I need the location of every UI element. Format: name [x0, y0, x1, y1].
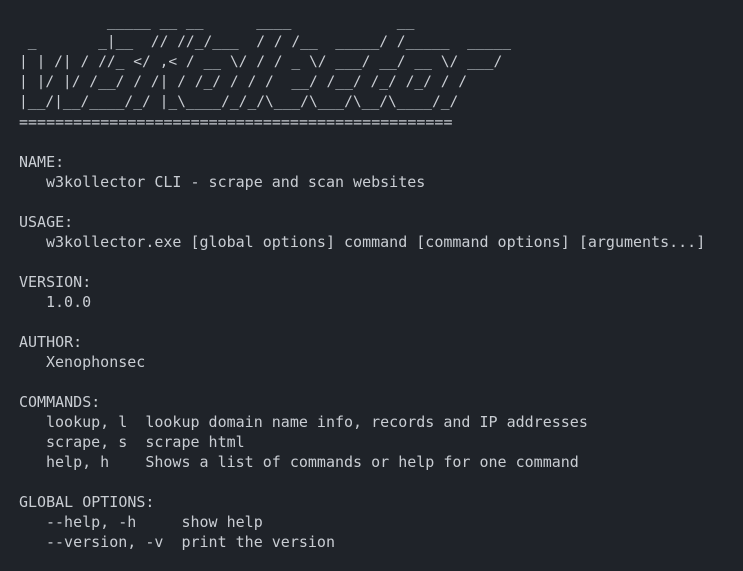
- terminal-window[interactable]: _____ __ __ ____ __ _ _|__ // //_/___ / …: [0, 0, 743, 571]
- command-desc: lookup domain name info, records and IP …: [145, 413, 588, 431]
- author-value: Xenophonsec: [46, 353, 146, 371]
- option-desc: show help: [181, 513, 263, 531]
- option-row-version: --version, -v print the version: [19, 532, 743, 552]
- command-name: help, h: [46, 453, 128, 471]
- option-row-help: --help, -h show help: [19, 512, 743, 532]
- command-row-scrape: scrape, s scrape html: [19, 432, 743, 452]
- banner-rule: ========================================…: [19, 113, 453, 131]
- option-flag: --version, -v: [46, 533, 164, 551]
- command-desc: Shows a list of commands or help for one…: [145, 453, 579, 471]
- option-desc: print the version: [181, 533, 335, 551]
- commands-heading: COMMANDS:: [19, 393, 101, 411]
- usage-value: w3kollector.exe [global options] command…: [46, 233, 706, 251]
- command-desc: scrape html: [145, 433, 245, 451]
- command-row-lookup: lookup, l lookup domain name info, recor…: [19, 412, 743, 432]
- version-heading: VERSION:: [19, 273, 92, 291]
- version-value: 1.0.0: [46, 293, 92, 311]
- global-options-heading: GLOBAL OPTIONS:: [19, 493, 155, 511]
- command-name: lookup, l: [46, 413, 128, 431]
- author-heading: AUTHOR:: [19, 333, 83, 351]
- usage-heading: USAGE:: [19, 213, 74, 231]
- name-value: w3kollector CLI - scrape and scan websit…: [46, 173, 426, 191]
- command-name: scrape, s: [46, 433, 128, 451]
- name-heading: NAME:: [19, 153, 65, 171]
- option-flag: --help, -h: [46, 513, 164, 531]
- ascii-banner: _____ __ __ ____ __ _ _|__ // //_/___ / …: [19, 13, 512, 110]
- command-row-help: help, h Shows a list of commands or help…: [19, 452, 743, 472]
